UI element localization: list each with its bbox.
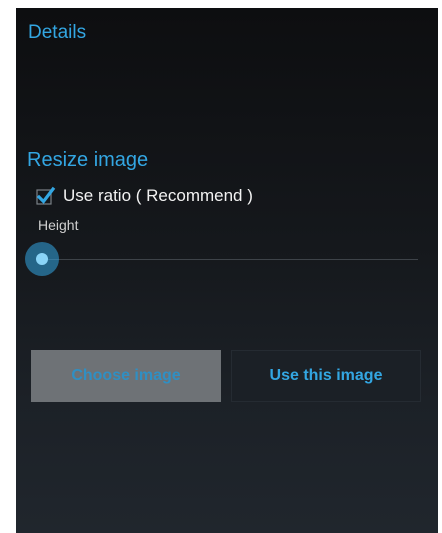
checkmark-icon <box>36 186 56 206</box>
app-screen: Details Resize image Use ratio ( Recomme… <box>16 8 438 533</box>
choose-image-button[interactable]: Choose image <box>31 350 221 402</box>
details-section-title: Details <box>28 22 87 43</box>
resize-section-title: Resize image <box>27 149 149 171</box>
slider-track <box>42 259 418 260</box>
use-ratio-label: Use ratio ( Recommend ) <box>63 186 253 205</box>
height-slider[interactable] <box>22 242 418 276</box>
use-ratio-checkbox[interactable]: Use ratio ( Recommend ) <box>36 183 253 209</box>
slider-thumb[interactable] <box>36 253 48 265</box>
height-label: Height <box>38 217 79 233</box>
use-this-image-button[interactable]: Use this image <box>231 350 421 402</box>
